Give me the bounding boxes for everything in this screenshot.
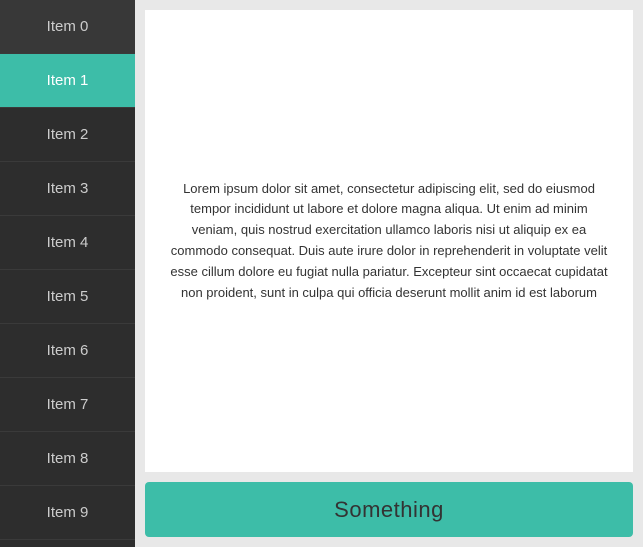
sidebar-item-0[interactable]: Item 0 — [0, 0, 135, 54]
sidebar-item-7[interactable]: Item 7 — [0, 378, 135, 432]
sidebar-item-label-8: Item 8 — [47, 450, 89, 467]
sidebar-item-label-9: Item 9 — [47, 504, 89, 521]
sidebar-item-label-0: Item 0 — [47, 18, 89, 35]
sidebar-item-5[interactable]: Item 5 — [0, 270, 135, 324]
sidebar-item-6[interactable]: Item 6 — [0, 324, 135, 378]
sidebar-item-4[interactable]: Item 4 — [0, 216, 135, 270]
sidebar-item-label-5: Item 5 — [47, 288, 89, 305]
content-area: Lorem ipsum dolor sit amet, consectetur … — [145, 10, 633, 472]
sidebar-item-label-4: Item 4 — [47, 234, 89, 251]
button-area: Something — [135, 472, 643, 547]
something-button[interactable]: Something — [145, 482, 633, 537]
sidebar-item-8[interactable]: Item 8 — [0, 432, 135, 486]
sidebar-item-2[interactable]: Item 2 — [0, 108, 135, 162]
sidebar-item-label-3: Item 3 — [47, 180, 89, 197]
sidebar-item-label-2: Item 2 — [47, 126, 89, 143]
main-content: Lorem ipsum dolor sit amet, consectetur … — [135, 0, 643, 547]
sidebar-item-1[interactable]: Item 1 — [0, 54, 135, 108]
sidebar-item-3[interactable]: Item 3 — [0, 162, 135, 216]
sidebar-item-label-7: Item 7 — [47, 396, 89, 413]
content-text: Lorem ipsum dolor sit amet, consectetur … — [169, 179, 609, 304]
sidebar: Item 0 Item 1 Item 2 Item 3 Item 4 Item … — [0, 0, 135, 547]
sidebar-item-9[interactable]: Item 9 — [0, 486, 135, 540]
sidebar-item-label-6: Item 6 — [47, 342, 89, 359]
sidebar-item-label-1: Item 1 — [47, 72, 89, 89]
